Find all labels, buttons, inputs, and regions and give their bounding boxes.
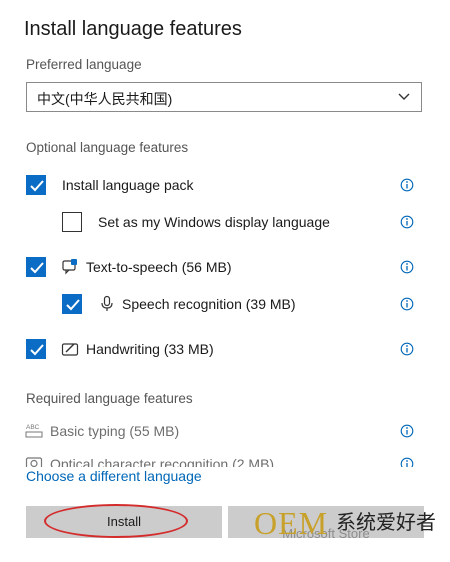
check-icon (30, 262, 44, 274)
chevron-down-icon (398, 93, 410, 100)
check-icon (30, 180, 44, 192)
feature-row-language-pack: Install language pack (0, 172, 450, 198)
feature-row-handwriting: Handwriting (33 MB) (0, 336, 450, 362)
svg-text:ABC: ABC (26, 424, 40, 431)
microphone-icon (101, 295, 113, 311)
preferred-language-value: 中文(中华人民共和国) (37, 91, 173, 107)
info-icon[interactable] (400, 342, 414, 356)
required-row-ocr: Optical character recognition (2 MB) (0, 451, 450, 467)
display-language-label: Set as my Windows display language (98, 214, 330, 230)
handwriting-label: Handwriting (33 MB) (86, 341, 214, 357)
preferred-language-label: Preferred language (26, 57, 142, 72)
info-icon[interactable] (400, 178, 414, 192)
info-icon[interactable] (400, 457, 414, 467)
check-icon (30, 344, 44, 356)
handwriting-checkbox[interactable] (26, 339, 46, 359)
preferred-language-dropdown[interactable]: 中文(中华人民共和国) (26, 82, 422, 112)
pen-icon (61, 343, 79, 356)
speech-recognition-checkbox[interactable] (62, 294, 82, 314)
watermark: OEM 系统爱好者 (254, 506, 450, 540)
required-features-label: Required language features (26, 391, 193, 406)
info-icon[interactable] (400, 215, 414, 229)
dialog-title: Install language features (24, 18, 242, 40)
display-language-checkbox[interactable] (62, 212, 82, 232)
text-to-speech-checkbox[interactable] (26, 257, 46, 277)
ocr-label: Optical character recognition (2 MB) (50, 456, 275, 467)
watermark-site: 系统爱好者 (336, 512, 436, 534)
info-icon[interactable] (400, 297, 414, 311)
optional-features-label: Optional language features (26, 140, 189, 155)
feature-row-text-to-speech: Text-to-speech (56 MB) (0, 254, 450, 280)
feature-row-display-language: Set as my Windows display language (0, 209, 450, 235)
camera-icon (25, 457, 43, 467)
basic-typing-icon: ABC (25, 424, 43, 438)
language-pack-label: Install language pack (62, 177, 194, 193)
feature-row-speech-recognition: Speech recognition (39 MB) (0, 291, 450, 317)
annotation-ellipse (44, 504, 188, 538)
info-icon[interactable] (400, 424, 414, 438)
info-icon[interactable] (400, 260, 414, 274)
speech-recognition-label: Speech recognition (39 MB) (122, 296, 296, 312)
watermark-brand: OEM (254, 505, 329, 541)
basic-typing-label: Basic typing (55 MB) (50, 423, 180, 439)
install-language-features-dialog: Install language features Preferred lang… (0, 0, 450, 552)
text-to-speech-label: Text-to-speech (56 MB) (86, 259, 232, 275)
language-pack-checkbox[interactable] (26, 175, 46, 195)
text-to-speech-icon (62, 259, 77, 275)
choose-different-language-link[interactable]: Choose a different language (26, 468, 202, 484)
required-row-basic-typing: ABC Basic typing (55 MB) (0, 418, 450, 444)
check-icon (66, 299, 80, 311)
